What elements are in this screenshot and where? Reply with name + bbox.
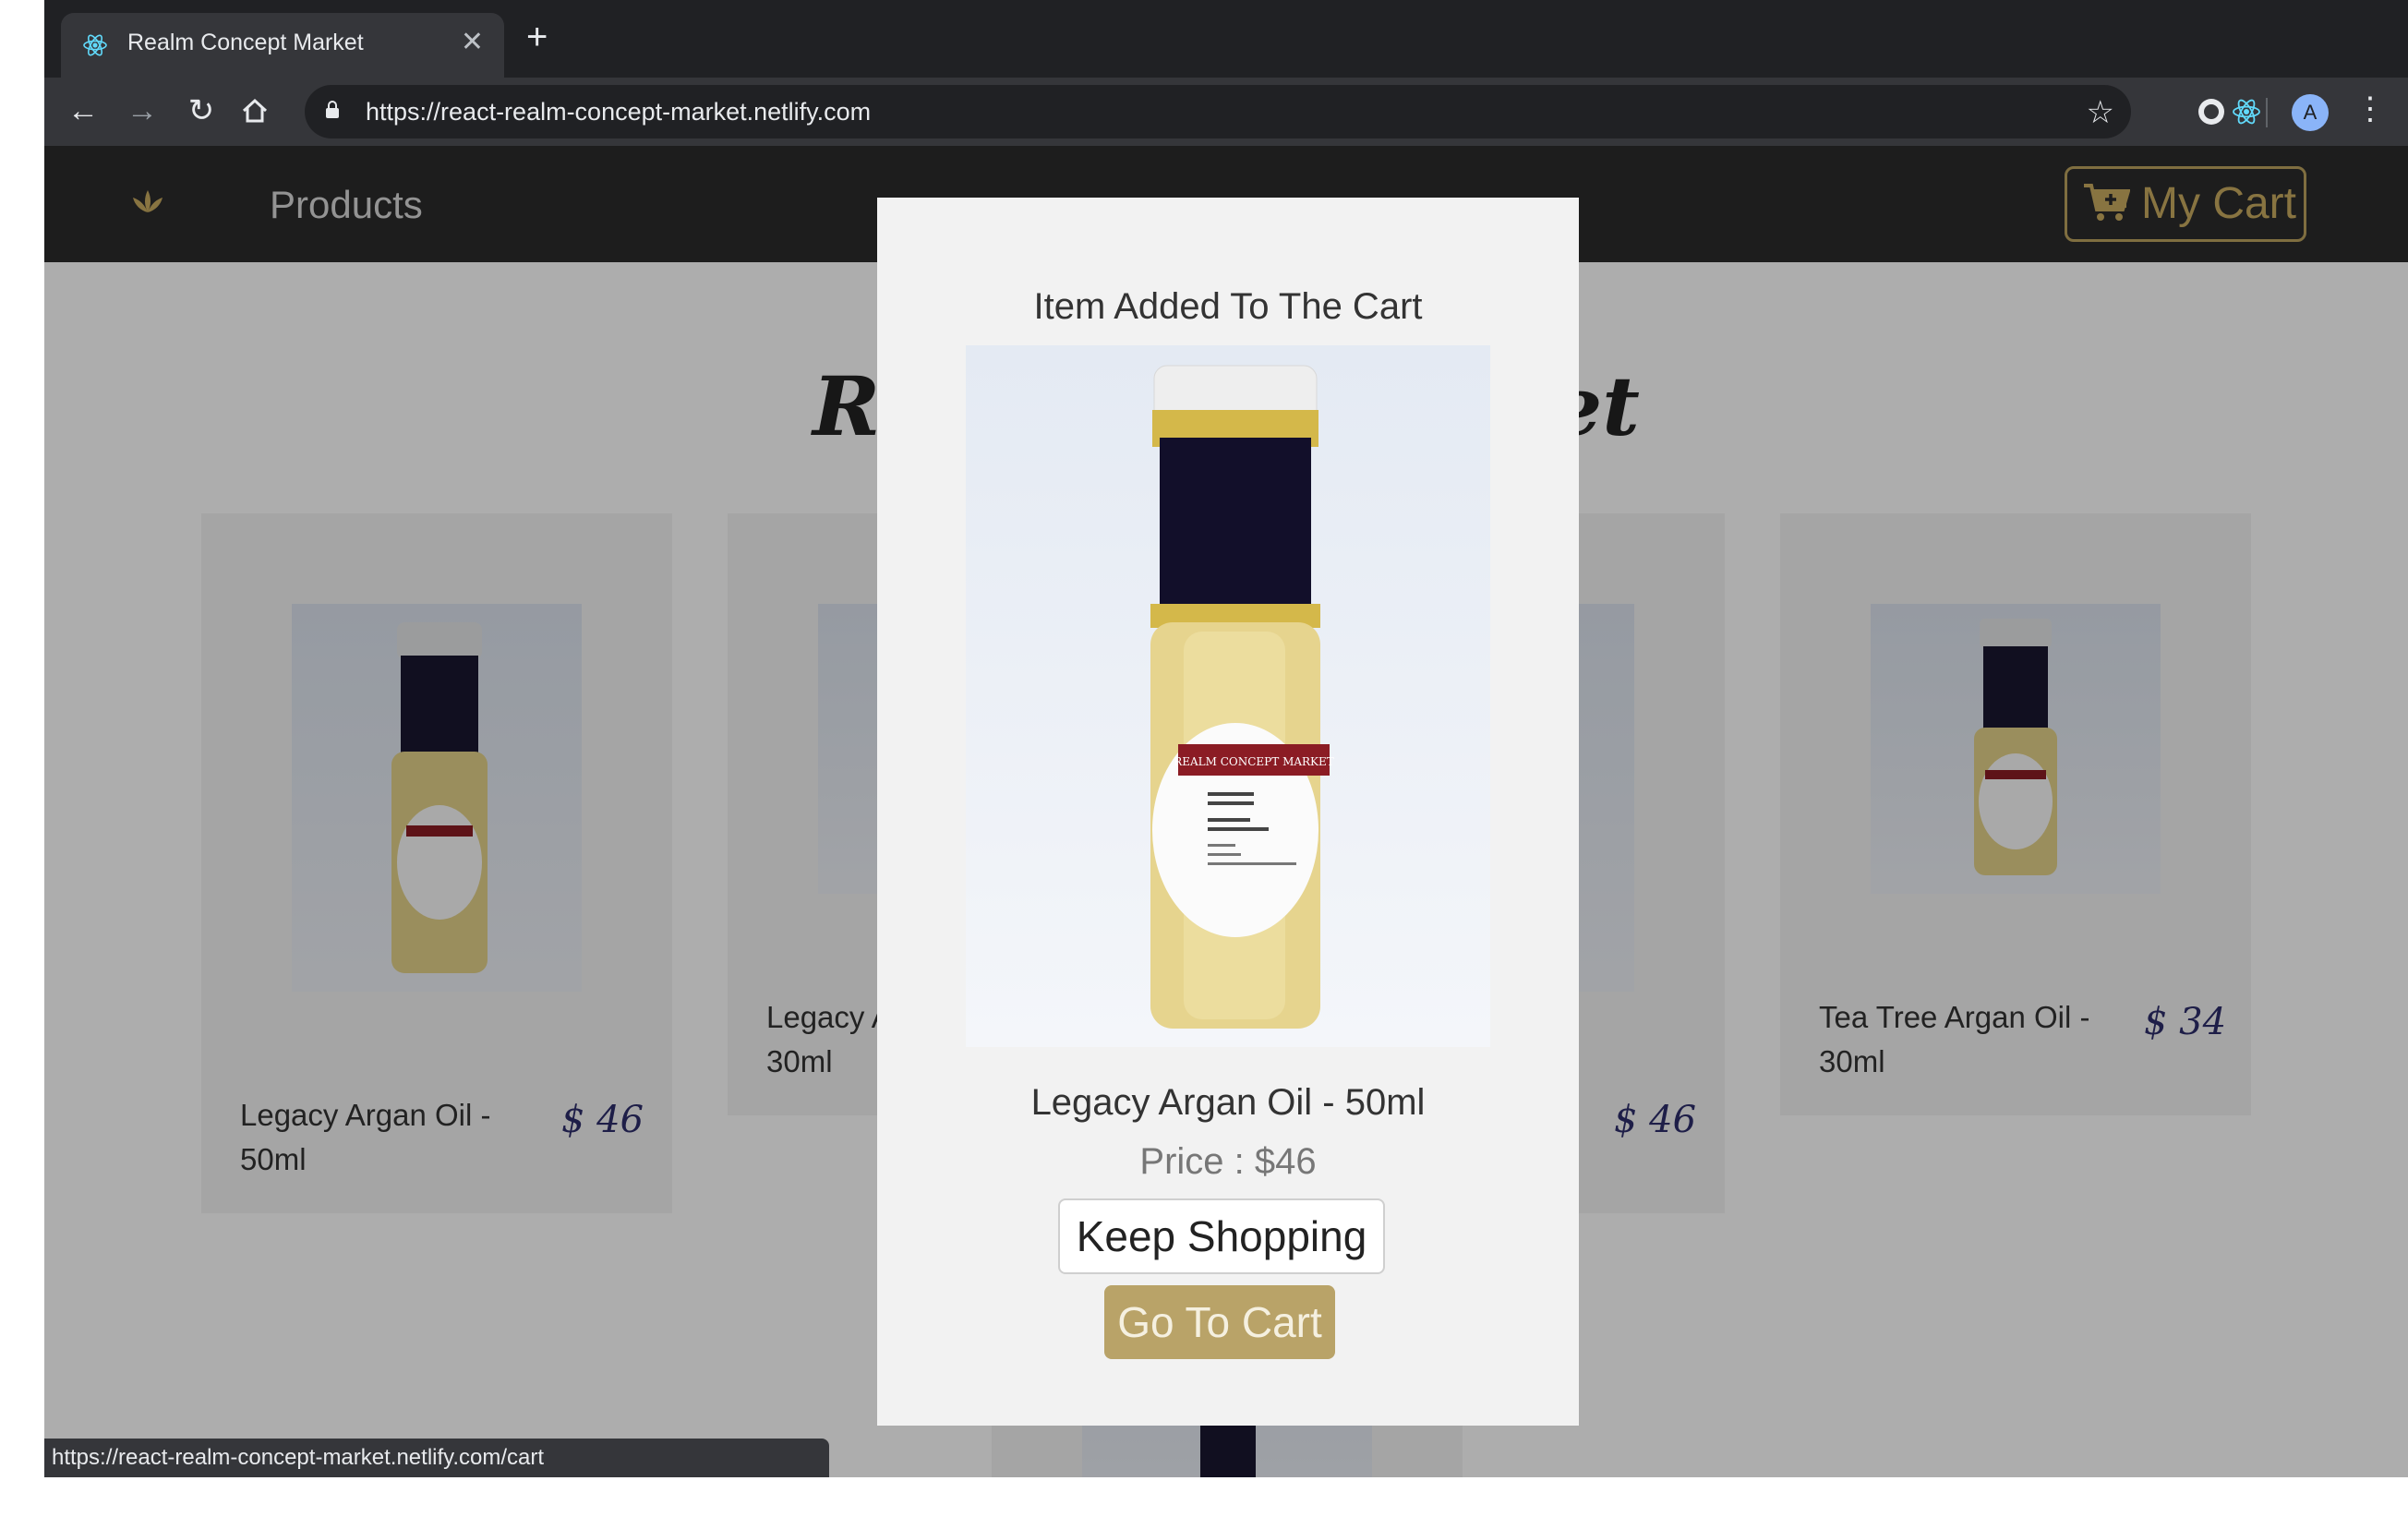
reload-icon[interactable]: ↻ (181, 90, 222, 131)
browser-menu-icon[interactable]: ⋮ (2354, 90, 2386, 127)
keep-shopping-button[interactable]: Keep Shopping (1058, 1198, 1385, 1274)
active-tab[interactable]: Realm Concept Market ✕ (61, 13, 504, 78)
back-arrow-icon[interactable]: ← (63, 90, 103, 131)
url-text[interactable]: https://react-realm-concept-market.netli… (366, 98, 871, 126)
page-viewport: Products My Cart Re et Legacy Argan Oil … (44, 146, 2408, 1477)
tab-strip: Realm Concept Market ✕ + (44, 0, 2408, 78)
bottle-label-text: REALM CONCEPT MARKET (1174, 755, 1334, 768)
lock-icon (326, 101, 339, 118)
extension-icon[interactable] (2196, 96, 2227, 127)
go-to-cart-button[interactable]: Go To Cart (1104, 1285, 1335, 1359)
link-status-bar: https://react-realm-concept-market.netli… (44, 1439, 829, 1477)
home-icon[interactable] (240, 96, 270, 126)
modal-product-name: Legacy Argan Oil - 50ml (1030, 1082, 1426, 1123)
close-tab-icon[interactable]: ✕ (461, 26, 484, 58)
toolbar-divider (2266, 98, 2268, 127)
bookmark-star-icon[interactable]: ☆ (2087, 94, 2114, 131)
browser-window: Realm Concept Market ✕ + ← → ↻ https://r… (44, 0, 2408, 1477)
react-icon (83, 34, 107, 56)
browser-toolbar: ← → ↻ https://react-realm-concept-market… (44, 78, 2408, 146)
profile-avatar[interactable]: A (2292, 94, 2329, 131)
tab-title: Realm Concept Market (127, 30, 364, 55)
modal-product-image: REALM CONCEPT MARKET (966, 345, 1490, 1047)
address-bar[interactable]: https://react-realm-concept-market.netli… (305, 85, 2131, 138)
modal-heading: Item Added To The Cart (1033, 286, 1423, 327)
forward-arrow-icon[interactable]: → (122, 90, 163, 131)
added-to-cart-modal: Item Added To The Cart REALM CONCEPT MAR… (877, 198, 1579, 1426)
modal-product-price: Price : $46 (1139, 1141, 1317, 1182)
react-devtools-icon[interactable] (2231, 96, 2262, 127)
new-tab-icon[interactable]: + (526, 18, 548, 55)
bottle-graphic: REALM CONCEPT MARKET (1150, 365, 1334, 1029)
